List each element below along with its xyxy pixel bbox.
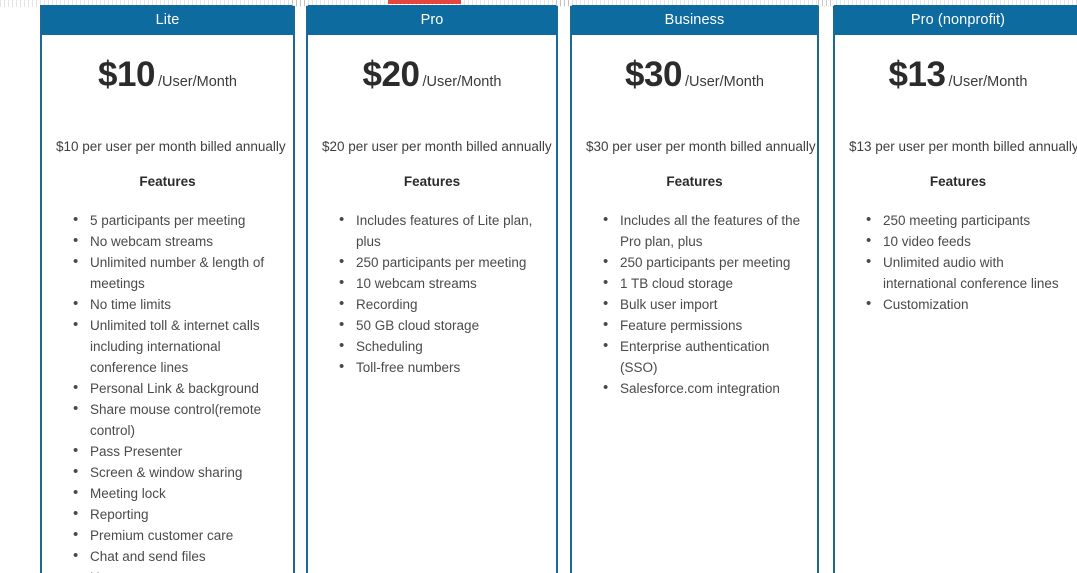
pricing-cards-container: Lite $10/User/Month $10 per user per mon… [0,0,1077,573]
features-title-lite: Features [139,174,196,189]
feature-item: Unlimited toll & internet calls includin… [73,314,279,378]
feature-item: 250 participants per meeting [603,251,803,273]
feature-item: Customization [866,293,1067,315]
feature-item: 10 video feeds [866,230,1067,252]
feature-item: Premium customer care [73,524,279,546]
feature-item: No webcam streams [73,230,279,252]
card-header-business: Business [572,5,817,35]
feature-item: Screen & window sharing [73,461,279,483]
column-gap-speckle-3 [818,0,834,6]
feature-item: 250 participants per meeting [339,251,542,273]
billing-note-pro: $20 per user per month billed annually [322,139,552,154]
card-header-pro-nonprofit: Pro (nonprofit) [835,5,1077,35]
price-period-pro-nonprofit: /User/Month [948,74,1028,90]
card-header-lite: Lite [42,5,293,35]
price-row-pro: $20/User/Month [322,35,542,95]
feature-item: Personal Link & background [73,377,279,399]
column-gap-speckle-1 [292,0,308,6]
pricing-card-lite[interactable]: Lite $10/User/Month $10 per user per mon… [40,5,295,573]
feature-item: Meeting lock [73,482,279,504]
pricing-card-pro[interactable]: Pro $20/User/Month $20 per user per mont… [306,5,558,573]
feature-item: No time limits [73,293,279,315]
price-amount-pro: $20 [362,55,420,94]
feature-item: Salesforce.com integration [603,377,803,399]
feature-item: 5 participants per meeting [73,209,279,231]
billing-note-lite: $10 per user per month billed annually [56,139,286,154]
feature-item: Feature permissions [603,314,803,336]
feature-list-pro: Includes features of Lite plan, plus250 … [322,209,542,378]
feature-item: 250 meeting participants [866,209,1067,231]
feature-item: Recording [339,293,542,315]
price-row-business: $30/User/Month [586,35,803,95]
feature-item: Unlimited audio with international confe… [866,251,1067,294]
features-title-pro-nonprofit: Features [929,174,987,189]
feature-list-lite: 5 participants per meetingNo webcam stre… [56,209,279,573]
price-amount-pro-nonprofit: $13 [888,55,946,94]
feature-item: 50 GB cloud storage [339,314,542,336]
price-period-business: /User/Month [684,74,764,90]
card-header-pro: Pro [308,5,556,35]
feature-item: Share mouse control(remote control) [73,398,279,441]
features-title-business: Features [666,174,723,189]
pricing-page: Lite $10/User/Month $10 per user per mon… [0,0,1077,573]
pricing-card-pro-nonprofit[interactable]: Pro (nonprofit) $13/User/Month $13 per u… [833,5,1077,573]
feature-item: Includes features of Lite plan, plus [339,209,542,252]
price-period-lite: /User/Month [157,74,237,90]
feature-item: Enterprise authentication (SSO) [603,335,803,378]
card-body-pro-nonprofit: $13/User/Month $13 per user per month bi… [835,35,1077,573]
features-title-pro: Features [403,174,461,189]
feature-item: Unlimited number & length of meetings [73,251,279,294]
feature-item: User management [73,566,279,573]
feature-item: Chat and send files [73,545,279,567]
pricing-card-business[interactable]: Business $30/User/Month $30 per user per… [570,5,819,573]
card-body-pro: $20/User/Month $20 per user per month bi… [308,35,556,573]
feature-item: Includes all the features of the Pro pla… [603,209,803,252]
price-row-lite: $10/User/Month [56,35,279,95]
feature-item: Toll-free numbers [339,356,542,378]
feature-list-business: Includes all the features of the Pro pla… [586,209,803,399]
card-body-lite: $10/User/Month $10 per user per month bi… [42,35,293,573]
feature-item: Reporting [73,503,279,525]
price-row-pro-nonprofit: $13/User/Month [849,35,1067,95]
price-period-pro: /User/Month [422,74,502,90]
feature-item: 1 TB cloud storage [603,272,803,294]
feature-item: Scheduling [339,335,542,357]
billing-note-business: $30 per user per month billed annually [586,139,816,154]
feature-item: Bulk user import [603,293,803,315]
feature-item: Pass Presenter [73,440,279,462]
price-amount-business: $30 [625,55,682,94]
column-gap-speckle-2 [556,0,572,6]
card-body-business: $30/User/Month $30 per user per month bi… [572,35,817,573]
feature-list-pro-nonprofit: 250 meeting participants10 video feedsUn… [849,209,1067,315]
feature-item: 10 webcam streams [339,272,542,294]
active-plan-indicator [388,0,461,4]
price-amount-lite: $10 [98,55,155,94]
billing-note-pro-nonprofit: $13 per user per month billed annually [849,139,1077,154]
